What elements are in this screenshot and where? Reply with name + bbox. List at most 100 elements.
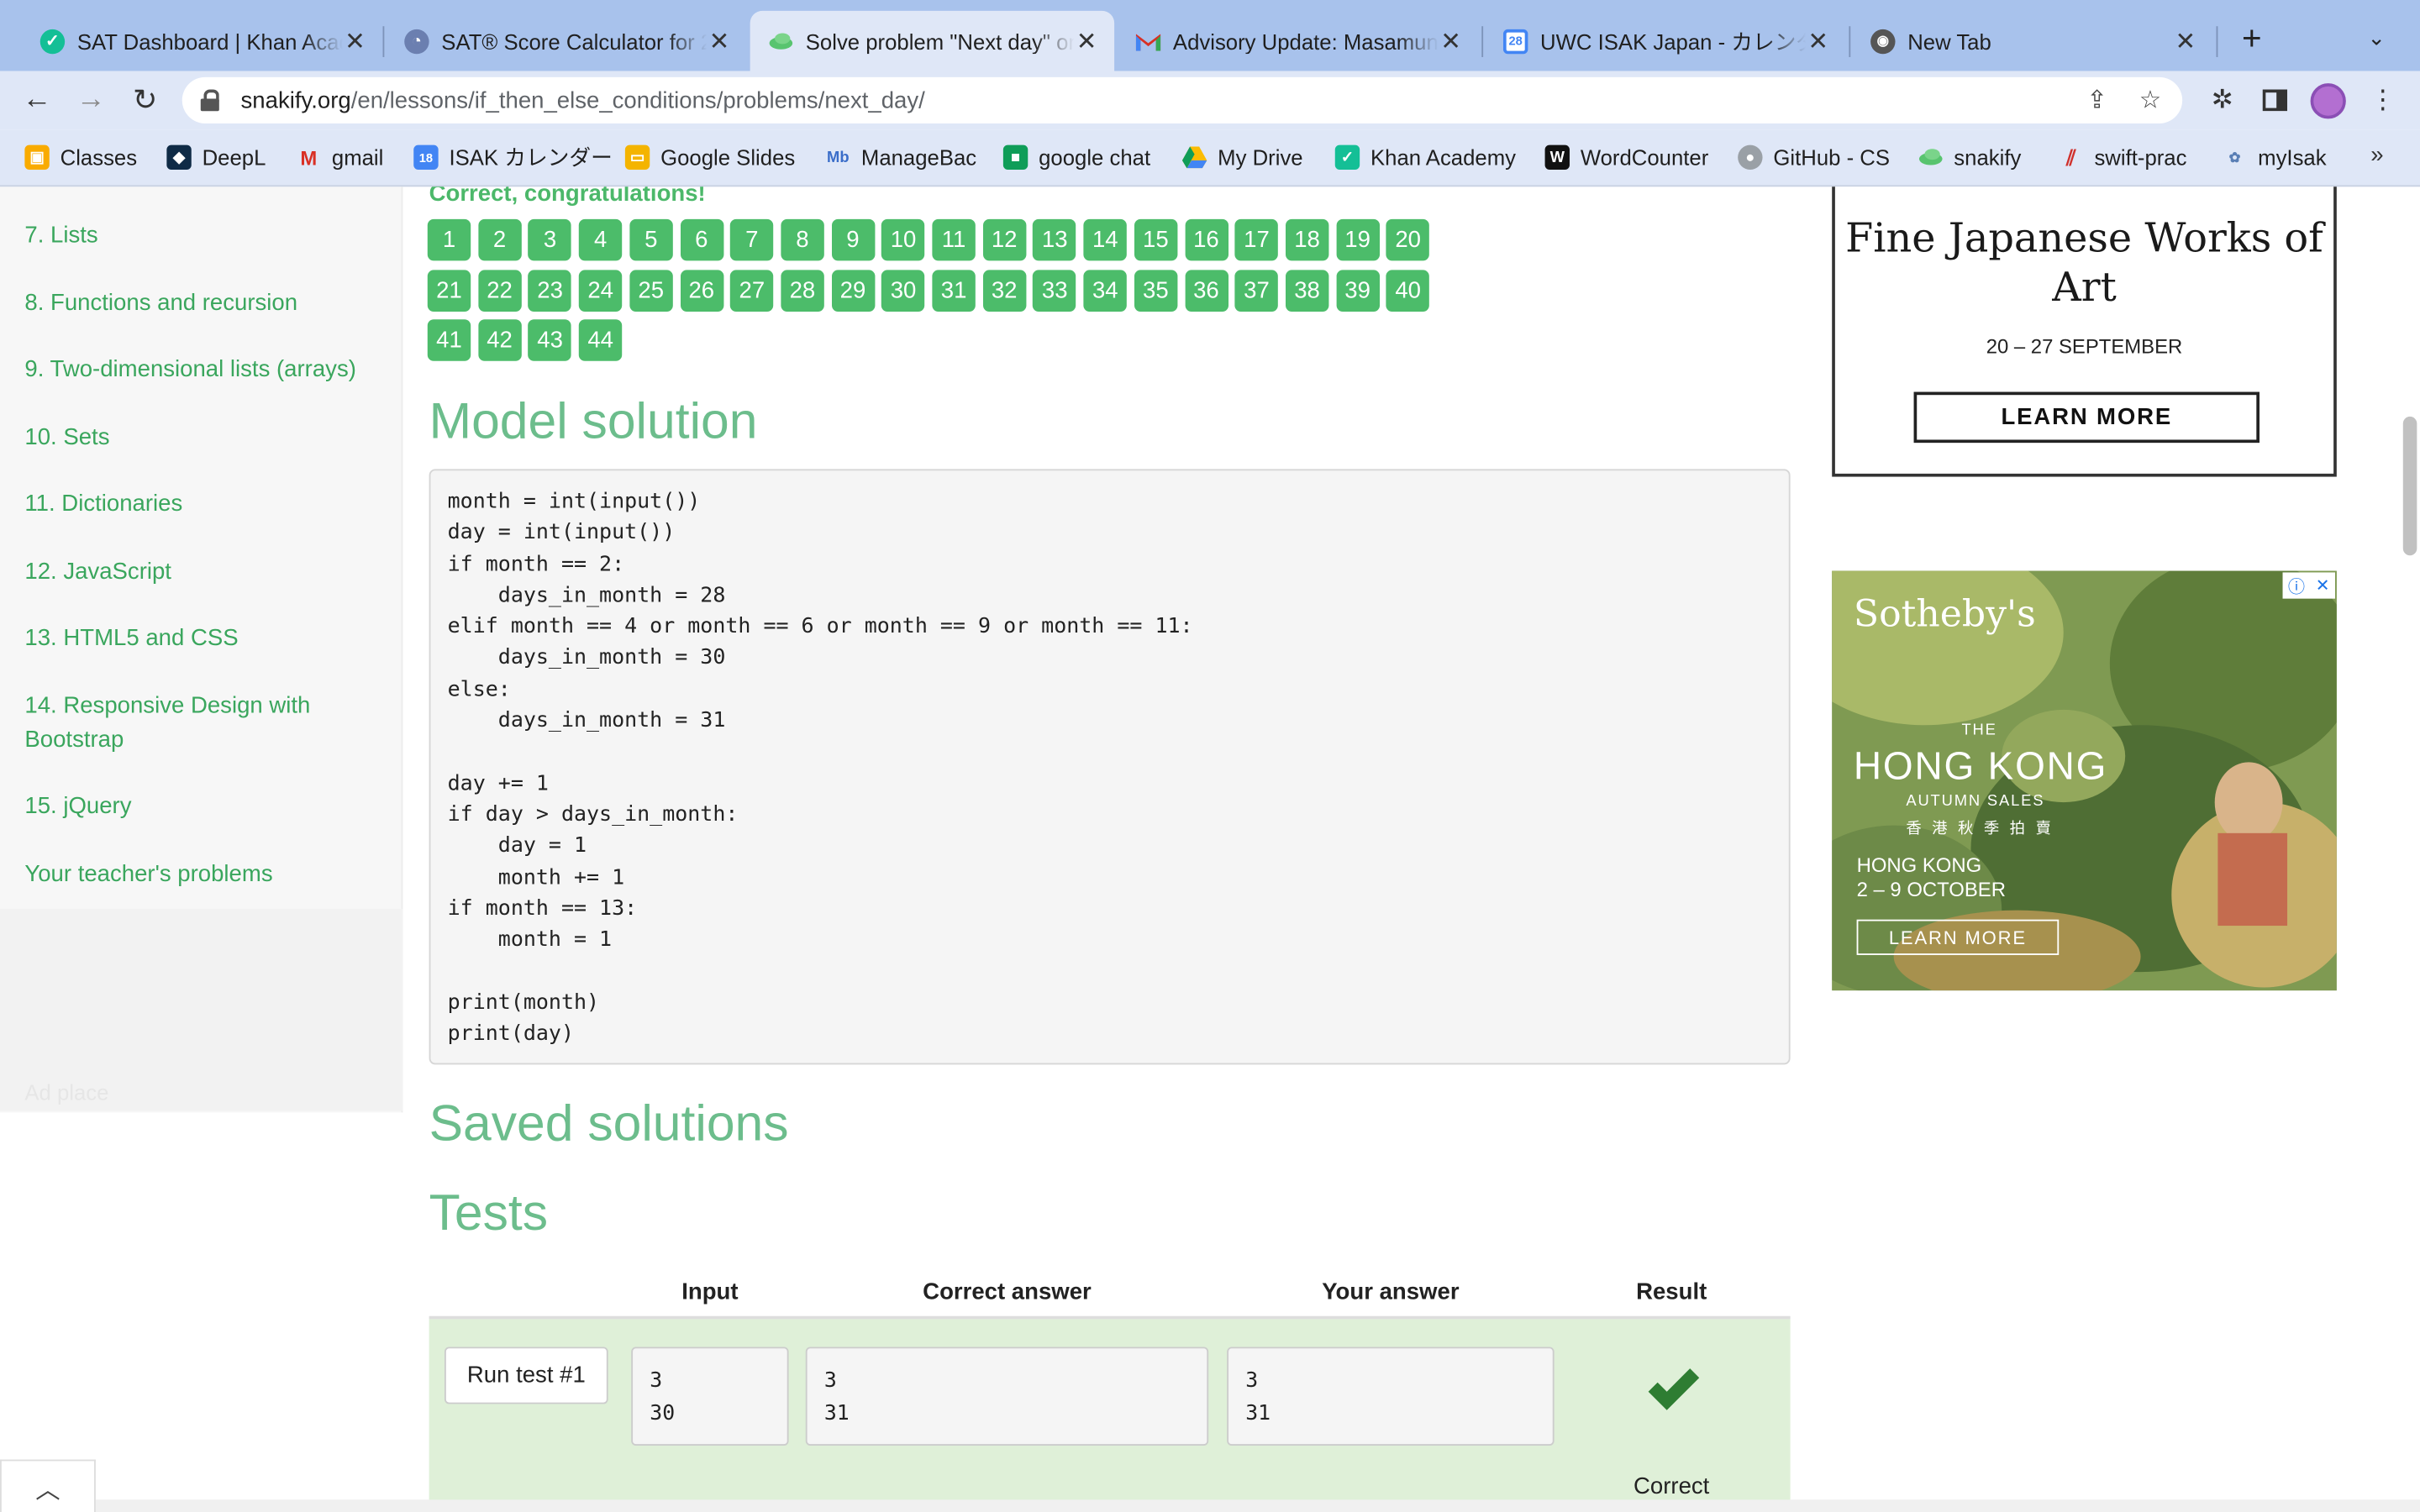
star-icon[interactable]: ☆ xyxy=(2139,77,2161,123)
problem-number-button[interactable]: 25 xyxy=(629,269,673,312)
close-icon[interactable]: ✕ xyxy=(1074,25,1098,56)
problem-number-button[interactable]: 34 xyxy=(1083,269,1127,312)
problem-number-button[interactable]: 17 xyxy=(1234,218,1279,261)
extensions-icon[interactable]: ✲ xyxy=(2204,71,2241,129)
problem-number-button[interactable]: 29 xyxy=(831,269,875,312)
problem-number-button[interactable]: 26 xyxy=(680,269,723,312)
menu-dots-icon[interactable]: ⋮ xyxy=(2365,71,2402,129)
problem-number-button[interactable]: 2 xyxy=(477,218,522,261)
problem-number-button[interactable]: 31 xyxy=(932,269,976,312)
problem-number-button[interactable]: 35 xyxy=(1134,269,1178,312)
tab-snakify-next-day[interactable]: Solve problem "Next day" on snakify ✕ xyxy=(750,10,1115,71)
ad-learn-more-button[interactable]: LEARN MORE xyxy=(1856,919,2060,955)
problem-number-button[interactable]: 3 xyxy=(528,218,572,261)
bookmark-khan-academy[interactable]: ✓ Khan Academy xyxy=(1334,129,1516,185)
bookmark-github-cs[interactable]: ● GitHub - CS xyxy=(1738,129,1890,185)
ad-choices-close[interactable]: ⓘ ✕ xyxy=(2282,572,2335,599)
side-panel-icon[interactable] xyxy=(2256,71,2293,129)
sidebar-item-two-dimensional-lists[interactable]: 9. Two-dimensional lists (arrays) xyxy=(24,354,379,387)
run-test-button[interactable]: Run test #1 xyxy=(444,1347,608,1404)
ad-learn-more-button[interactable]: LEARN MORE xyxy=(1913,391,2260,444)
close-icon[interactable]: ✕ xyxy=(1806,25,1830,56)
bookmark-isak-calendar[interactable]: 18 ISAK カレンダー xyxy=(413,129,613,185)
bookmark-swift-prac[interactable]: ⫽ swift-prac xyxy=(2059,129,2186,185)
sidebar-item-responsive-design[interactable]: 14. Responsive Design with Bootstrap xyxy=(24,690,379,758)
problem-number-button[interactable]: 9 xyxy=(831,218,875,261)
sidebar-item-sets[interactable]: 10. Sets xyxy=(24,421,379,454)
problem-number-button[interactable]: 11 xyxy=(932,218,976,261)
problem-number-button[interactable]: 8 xyxy=(781,218,824,261)
problem-number-button[interactable]: 16 xyxy=(1184,218,1228,261)
problem-number-button[interactable]: 4 xyxy=(578,218,623,261)
bookmark-classes[interactable]: ▣ Classes xyxy=(24,129,137,185)
problem-number-button[interactable]: 36 xyxy=(1184,269,1228,312)
bookmark-wordcounter[interactable]: W WordCounter xyxy=(1544,129,1708,185)
collapse-chevron-up-icon[interactable]: ︿ xyxy=(0,1459,96,1512)
tab-score-calculator[interactable]: ◔ SAT® Score Calculator for 2023 ✕ xyxy=(386,11,747,71)
tab-isak-calendar[interactable]: 28 UWC ISAK Japan - カレンダー ✕ xyxy=(1485,11,1846,71)
back-arrow-icon[interactable]: ← xyxy=(15,71,58,129)
bookmark-gmail[interactable]: Mgmail xyxy=(297,129,383,185)
problem-number-button[interactable]: 28 xyxy=(781,269,824,312)
bookmark-google-chat[interactable]: ■ google chat xyxy=(1002,129,1150,185)
problem-number-button[interactable]: 21 xyxy=(427,269,471,312)
ad-sothebys-hong-kong[interactable]: Sotheby's THE HONG KONG AUTUMN SALES 香 港… xyxy=(1832,570,2337,991)
forward-arrow-icon[interactable]: → xyxy=(70,71,113,129)
share-icon[interactable]: ⇪ xyxy=(2086,77,2107,123)
bookmark-my-drive[interactable]: My Drive xyxy=(1181,129,1303,185)
new-tab-plus-icon[interactable]: + xyxy=(2235,21,2269,55)
tab-new-tab[interactable]: ◉ New Tab ✕ xyxy=(1852,11,2213,71)
bookmark-snakify[interactable]: snakify xyxy=(1918,129,2021,185)
problem-number-button[interactable]: 14 xyxy=(1083,218,1127,261)
bookmarks-overflow-icon[interactable]: » xyxy=(2370,142,2383,168)
scrollbar-thumb[interactable] xyxy=(2402,416,2417,556)
problem-number-button[interactable]: 33 xyxy=(1033,269,1076,312)
problem-number-button[interactable]: 32 xyxy=(982,269,1026,312)
problem-number-button[interactable]: 13 xyxy=(1033,218,1076,261)
problem-number-button[interactable]: 22 xyxy=(477,269,522,312)
sidebar-item-javascript[interactable]: 12. JavaScript xyxy=(24,555,379,589)
sidebar-item-jquery[interactable]: 15. jQuery xyxy=(24,790,379,823)
problem-number-button[interactable]: 6 xyxy=(680,218,723,261)
bookmark-deepl[interactable]: ◆ DeepL xyxy=(166,129,266,185)
reload-icon[interactable]: ↻ xyxy=(124,71,166,129)
close-icon[interactable]: ✕ xyxy=(707,25,731,56)
problem-number-button[interactable]: 19 xyxy=(1335,218,1380,261)
sidebar-item-functions[interactable]: 8. Functions and recursion xyxy=(24,287,379,321)
lock-icon[interactable] xyxy=(200,89,219,112)
problem-number-button[interactable]: 40 xyxy=(1386,269,1430,312)
address-bar[interactable]: snakify.org/en/lessons/if_then_else_cond… xyxy=(182,76,2183,123)
sidebar-item-html5-css[interactable]: 13. HTML5 and CSS xyxy=(24,622,379,655)
bookmark-myisak[interactable]: ✿ myIsak xyxy=(2223,129,2327,185)
close-icon[interactable]: ✕ xyxy=(2316,575,2330,596)
problem-number-button[interactable]: 43 xyxy=(528,319,572,362)
problem-number-button[interactable]: 27 xyxy=(730,269,774,312)
info-icon[interactable]: ⓘ xyxy=(2288,573,2305,597)
problem-number-button[interactable]: 39 xyxy=(1335,269,1380,312)
problem-number-button[interactable]: 42 xyxy=(477,319,522,362)
problem-number-button[interactable]: 18 xyxy=(1285,218,1329,261)
profile-avatar[interactable] xyxy=(2310,83,2346,119)
ad-fine-japanese-art[interactable]: Fine Japanese Works of Art 20 – 27 SEPTE… xyxy=(1832,186,2337,477)
problem-number-button[interactable]: 12 xyxy=(982,218,1026,261)
problem-number-button[interactable]: 38 xyxy=(1285,269,1329,312)
problem-number-button[interactable]: 30 xyxy=(881,269,925,312)
problem-number-button[interactable]: 23 xyxy=(528,269,572,312)
tab-gmail-advisory[interactable]: Advisory Update: Masamune ✕ xyxy=(1118,11,1479,71)
problem-number-button[interactable]: 44 xyxy=(578,319,623,362)
close-icon[interactable]: ✕ xyxy=(1439,25,1463,56)
problem-number-button[interactable]: 10 xyxy=(881,218,925,261)
sidebar-item-lists[interactable]: 7. Lists xyxy=(24,219,379,253)
problem-number-button[interactable]: 37 xyxy=(1234,269,1279,312)
close-icon[interactable]: ✕ xyxy=(2173,25,2197,56)
problem-number-button[interactable]: 7 xyxy=(730,218,774,261)
problem-number-button[interactable]: 20 xyxy=(1386,218,1430,261)
close-icon[interactable]: ✕ xyxy=(343,25,367,56)
problem-number-button[interactable]: 15 xyxy=(1134,218,1178,261)
problem-number-button[interactable]: 24 xyxy=(578,269,623,312)
problem-number-button[interactable]: 5 xyxy=(629,218,673,261)
bookmark-managebac[interactable]: Mb ManageBac xyxy=(826,129,976,185)
tab-khan-dashboard[interactable]: ✓ SAT Dashboard | Khan Academy ✕ xyxy=(22,11,383,71)
problem-number-button[interactable]: 1 xyxy=(427,218,471,261)
chevron-down-icon[interactable]: ⌄ xyxy=(2368,24,2386,50)
